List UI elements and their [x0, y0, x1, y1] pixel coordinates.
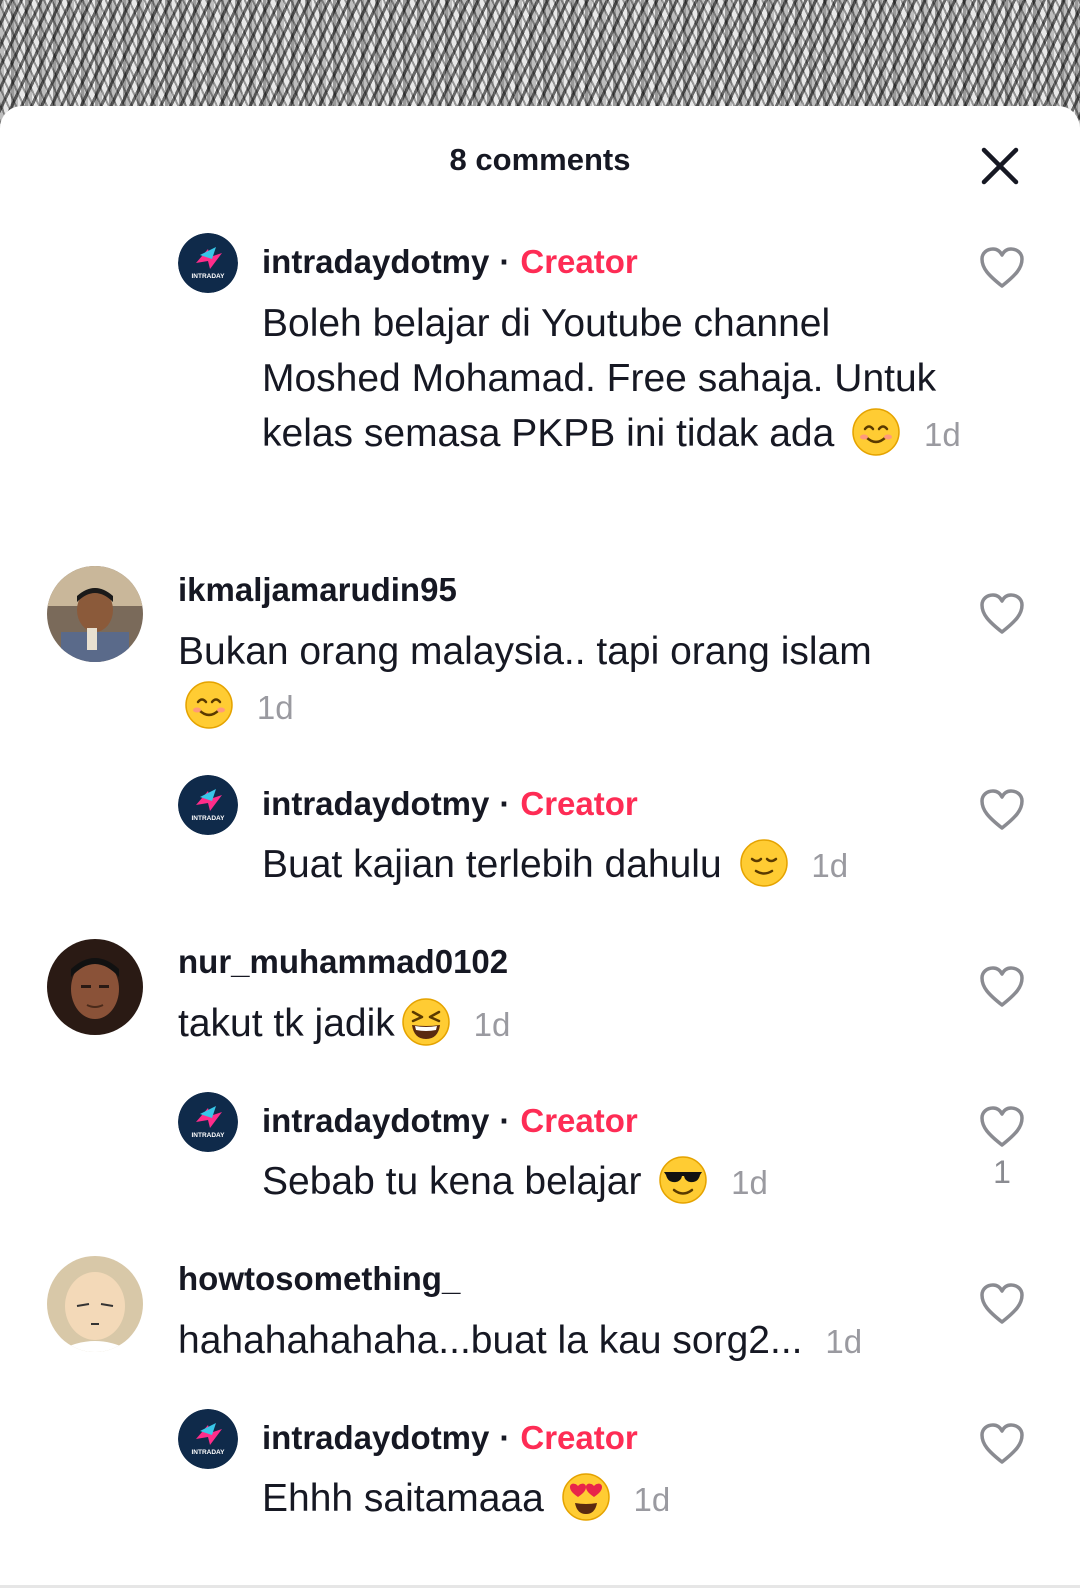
comment-text: takut tk jadik 1d	[178, 996, 878, 1052]
like-button[interactable]	[978, 1104, 1026, 1150]
relieved-face-icon	[739, 838, 788, 887]
comment-time: 1d	[633, 1481, 671, 1518]
sunglasses-face-icon	[659, 1155, 708, 1204]
heart-icon	[980, 1283, 1024, 1324]
heart-icon	[980, 789, 1024, 830]
heart-icon	[980, 593, 1024, 634]
heart-icon	[980, 1423, 1024, 1464]
like-button[interactable]	[978, 964, 1026, 1010]
comment-body: takut tk jadik	[178, 1002, 395, 1045]
username-text[interactable]: intradaydotmy	[262, 243, 489, 280]
creator-badge: Creator	[520, 1419, 638, 1456]
comment-body: Ehhh saitamaaa	[262, 1477, 544, 1520]
comment-time: 1d	[924, 416, 961, 453]
username-text[interactable]: intradaydotmy	[262, 1419, 489, 1456]
comment-text: Boleh belajar di Youtube channel Moshed …	[262, 296, 962, 462]
comment-time: 1d	[825, 1323, 863, 1360]
svg-text:INTRADAY: INTRADAY	[192, 1449, 226, 1456]
comment-body: hahahahahaha...buat la kau sorg2...	[178, 1319, 803, 1362]
laughing-face-icon	[402, 997, 450, 1046]
comment-time: 1d	[473, 1006, 511, 1043]
separator-dot: ·	[499, 1419, 511, 1456]
comment-text: Bukan orang malaysia.. tapi orang islam …	[178, 624, 878, 735]
svg-text:INTRADAY: INTRADAY	[192, 1132, 226, 1139]
heart-icon	[980, 247, 1024, 288]
comment-username[interactable]: ikmaljamarudin95	[178, 571, 457, 609]
comment-body: Bukan orang malaysia.. tapi orang islam	[178, 630, 872, 673]
like-button[interactable]	[978, 591, 1026, 637]
avatar[interactable]: INTRADAY	[178, 775, 238, 835]
comment-username[interactable]: howtosomething_	[178, 1260, 460, 1298]
username-text[interactable]: intradaydotmy	[262, 785, 489, 822]
creator-badge: Creator	[520, 785, 638, 822]
comment-text: Ehhh saitamaaa 1d	[262, 1471, 962, 1527]
avatar[interactable]	[47, 566, 143, 662]
avatar[interactable]: INTRADAY	[178, 1092, 238, 1152]
like-count: 1	[993, 1154, 1011, 1190]
comment-body: Sebab tu kena belajar	[262, 1160, 642, 1203]
comment-username[interactable]: intradaydotmy · Creator	[262, 243, 638, 281]
username-text[interactable]: ikmaljamarudin95	[178, 571, 457, 608]
username-text[interactable]: intradaydotmy	[262, 1102, 489, 1139]
comment-text: hahahahahaha...buat la kau sorg2... 1d	[178, 1313, 938, 1369]
avatar[interactable]: INTRADAY	[178, 233, 238, 293]
like-button[interactable]	[978, 245, 1026, 291]
avatar[interactable]	[47, 1256, 143, 1352]
avatar[interactable]	[47, 939, 143, 1035]
comment-time: 1d	[256, 689, 294, 726]
username-text[interactable]: nur_muhammad0102	[178, 943, 508, 980]
comment-body: Boleh belajar di Youtube channel Moshed …	[262, 302, 937, 455]
heart-eyes-face-icon	[561, 1472, 610, 1521]
comment-username[interactable]: nur_muhammad0102	[178, 943, 508, 981]
separator-dot: ·	[499, 243, 511, 280]
username-text[interactable]: howtosomething_	[178, 1260, 460, 1297]
comment-username[interactable]: intradaydotmy · Creator	[262, 1102, 638, 1140]
comment-body: Buat kajian terlebih dahulu	[262, 843, 722, 886]
like-button[interactable]	[978, 787, 1026, 833]
smiling-face-icon	[852, 407, 900, 456]
close-icon	[981, 147, 1019, 185]
comment-username[interactable]: intradaydotmy · Creator	[262, 785, 638, 823]
separator-dot: ·	[499, 1102, 511, 1139]
svg-text:INTRADAY: INTRADAY	[192, 815, 226, 822]
separator-dot: ·	[499, 785, 511, 822]
heart-icon	[980, 1106, 1024, 1147]
creator-badge: Creator	[520, 1102, 638, 1139]
comment-time: 1d	[811, 847, 849, 884]
comments-count-title: 8 comments	[449, 142, 631, 177]
creator-badge: Creator	[520, 243, 638, 280]
comment-text: Buat kajian terlebih dahulu 1d	[262, 837, 962, 893]
comment-username[interactable]: intradaydotmy · Creator	[262, 1419, 638, 1457]
close-button[interactable]	[978, 144, 1022, 188]
like-button[interactable]	[978, 1281, 1026, 1327]
comment-time: 1d	[731, 1164, 768, 1201]
svg-text:INTRADAY: INTRADAY	[192, 273, 226, 280]
comment-text: Sebab tu kena belajar 1d	[262, 1154, 962, 1210]
smiling-face-icon	[185, 680, 233, 729]
avatar[interactable]: INTRADAY	[178, 1409, 238, 1469]
heart-icon	[980, 966, 1024, 1007]
like-button[interactable]	[978, 1421, 1026, 1467]
